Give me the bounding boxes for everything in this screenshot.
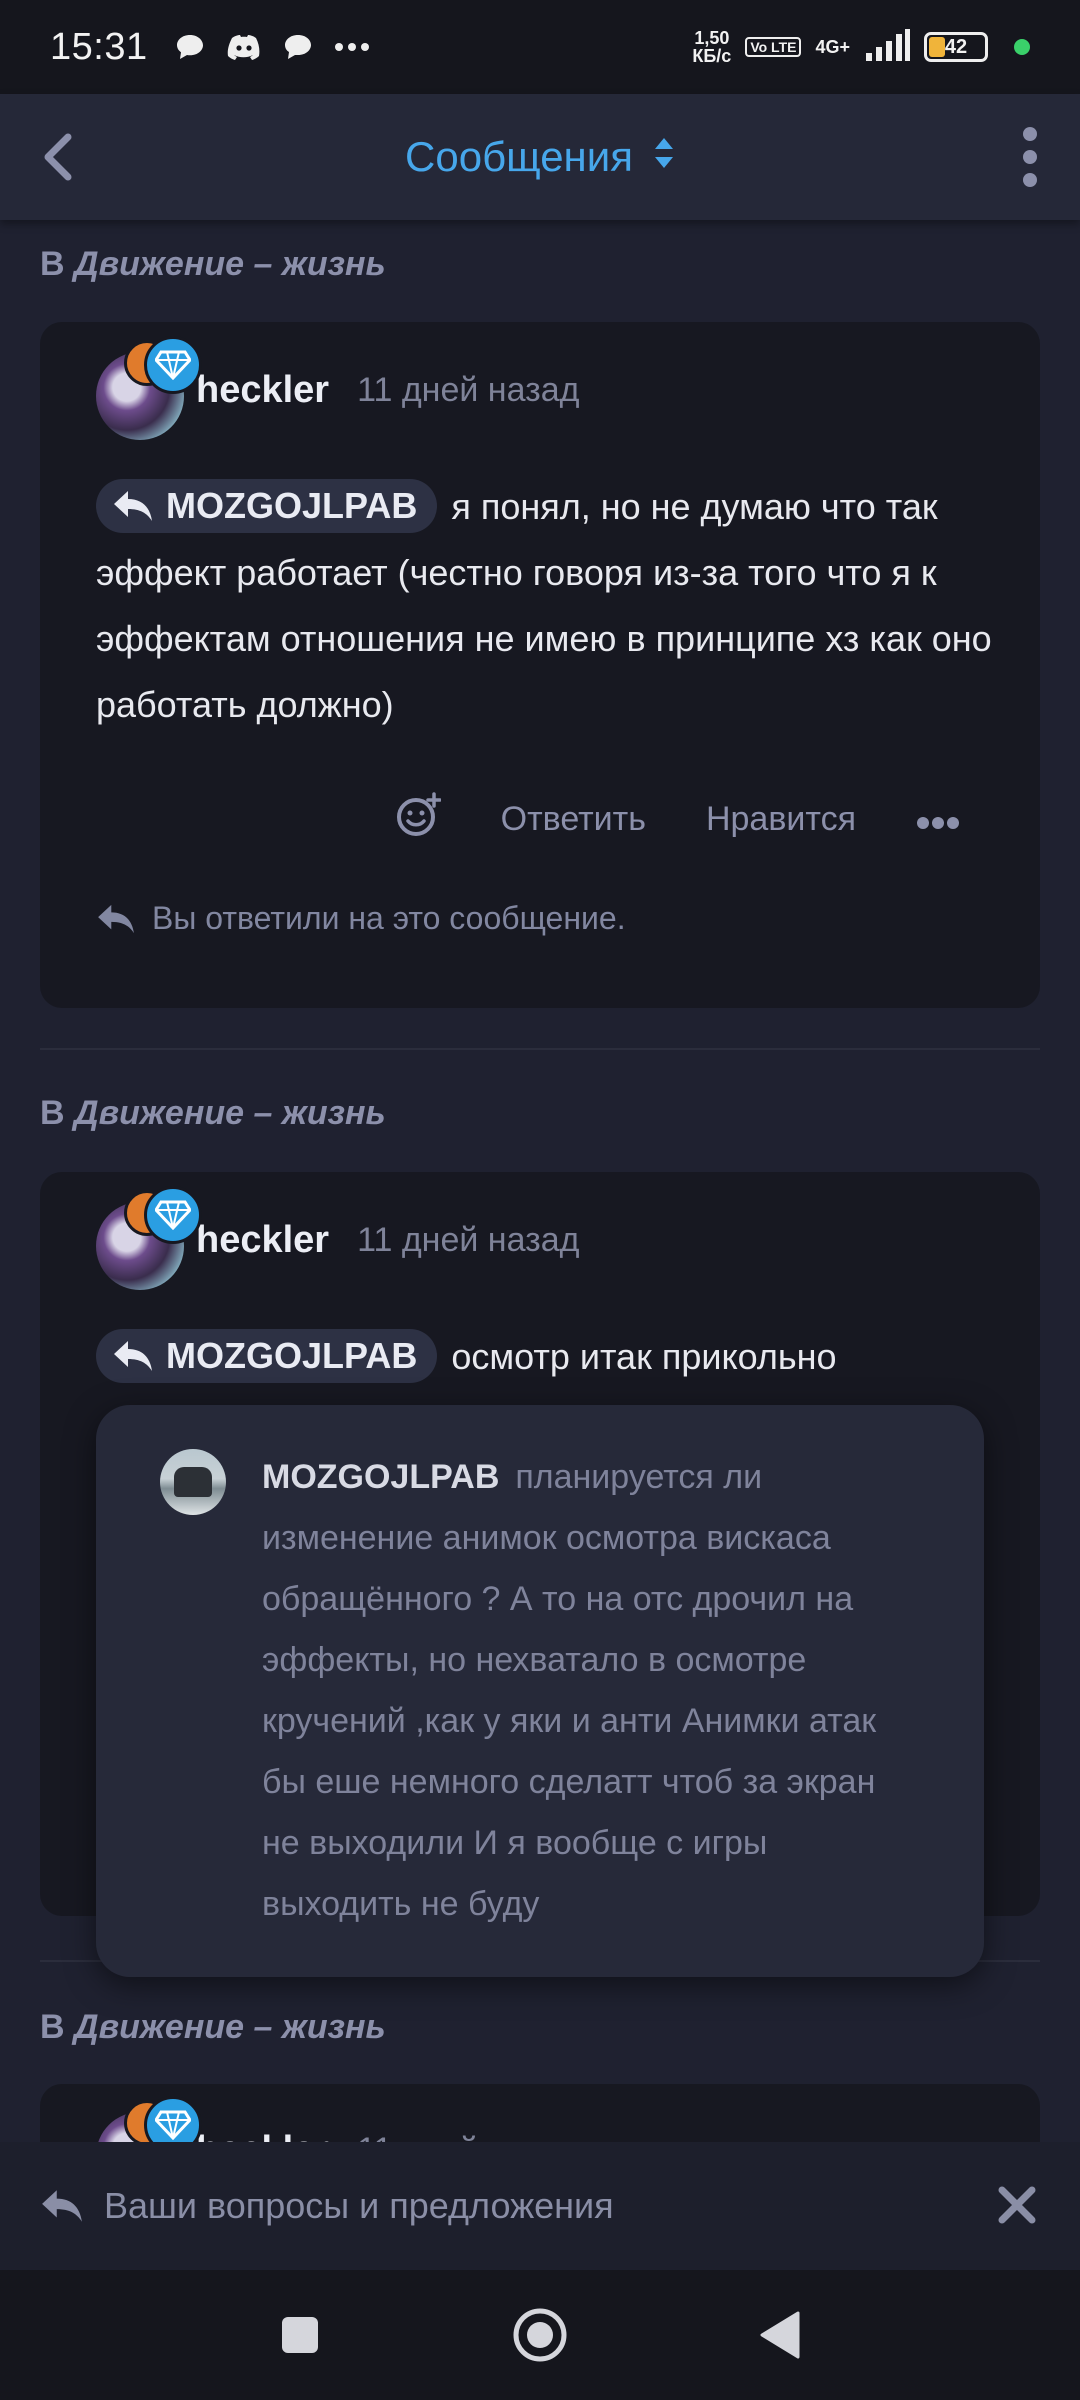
reply-arrow-icon <box>114 1341 152 1372</box>
post-author[interactable]: heckler 11 дней назад <box>96 1186 579 1290</box>
message-body: MOZGOJLPAB я понял, но не думаю что так … <box>96 474 1006 738</box>
post-time[interactable]: 11 дней назад <box>357 1221 579 1260</box>
home-icon[interactable] <box>510 2305 570 2365</box>
reply-to-chip[interactable]: MOZGOJLPAB <box>96 1329 438 1384</box>
recent-apps-icon[interactable] <box>270 2305 330 2365</box>
discord-icon <box>226 32 262 62</box>
composer-placeholder[interactable]: Ваши вопросы и предложения <box>104 2185 614 2227</box>
thread-name[interactable]: Движение – жизнь <box>74 1094 386 1132</box>
status-time: 15:31 <box>50 25 148 68</box>
post-time[interactable]: 11 дней назад <box>357 371 579 410</box>
avatar <box>160 1449 226 1515</box>
avatar[interactable] <box>96 1186 202 1290</box>
quote-preview-text: MOZGOJLPAB планируется ли изменение анимо… <box>262 1447 922 1935</box>
quote-text: планируется ли изменение анимок осмотра … <box>262 1458 877 1923</box>
back-arrow-icon[interactable] <box>30 127 90 187</box>
more-horizontal-icon[interactable] <box>916 800 960 839</box>
quote-preview-popover[interactable]: MOZGOJLPAB планируется ли изменение анимо… <box>96 1405 984 1977</box>
author-name[interactable]: heckler <box>196 369 329 412</box>
privacy-indicator-dot <box>1014 39 1030 55</box>
message-body: MOZGOJLPAB осмотр итак прикольно <box>96 1324 1006 1390</box>
net-speed-value: 1,50 <box>694 28 730 48</box>
network-type: 4G+ <box>815 36 850 57</box>
net-speed-unit: КБ/с <box>692 46 732 66</box>
battery-level: 42 <box>944 35 968 58</box>
thread-label[interactable]: В Движение – жизнь <box>40 245 386 284</box>
message-text: осмотр итак прикольно <box>451 1336 837 1377</box>
message-actions: Ответить Нравится <box>395 792 960 847</box>
battery-icon: 42 <box>924 32 988 62</box>
back-nav-icon[interactable] <box>750 2305 810 2365</box>
reply-arrow-icon <box>98 904 134 933</box>
avatar[interactable] <box>96 336 202 440</box>
replied-note: Вы ответили на это сообщение. <box>96 900 626 937</box>
chat-bubble-icon <box>172 32 208 62</box>
reply-to-name: MOZGOJLPAB <box>166 485 418 527</box>
thread-name[interactable]: Движение – жизнь <box>74 2008 386 2046</box>
add-reaction-icon[interactable] <box>395 792 442 847</box>
reply-arrow-icon <box>114 491 152 522</box>
app-header: Сообщения <box>0 94 1080 220</box>
system-nav-bar <box>0 2270 1080 2400</box>
author-name[interactable]: heckler <box>196 1219 329 1262</box>
status-bar: 15:31 1,50 КБ/с Vo LTE 4G+ 42 <box>0 0 1080 94</box>
message-icon <box>280 32 316 62</box>
replied-note-text: Вы ответили на это сообщение. <box>152 900 626 936</box>
thread-label[interactable]: В Движение – жизнь <box>40 1094 386 1133</box>
volte-badge: Vo LTE <box>745 37 802 57</box>
sort-arrows-icon <box>653 133 675 181</box>
page-title: Сообщения <box>405 133 633 180</box>
more-notifications-icon <box>334 32 370 62</box>
diamond-badge-icon <box>144 336 202 394</box>
thread-label[interactable]: В Движение – жизнь <box>40 2008 386 2047</box>
more-vertical-icon[interactable] <box>1010 122 1050 192</box>
close-icon[interactable] <box>994 2182 1040 2228</box>
page-title-selector[interactable]: Сообщения <box>405 133 675 181</box>
reply-arrow-icon <box>42 2190 82 2222</box>
reply-button[interactable]: Ответить <box>501 800 646 839</box>
reply-composer[interactable]: Ваши вопросы и предложения <box>0 2142 1080 2270</box>
message-card: heckler 11 дней назад MOZGOJLPAB я понял… <box>40 322 1040 1008</box>
reply-to-chip[interactable]: MOZGOJLPAB <box>96 479 438 534</box>
system-indicators: 1,50 КБ/с Vo LTE 4G+ 42 <box>692 28 1030 66</box>
like-button[interactable]: Нравится <box>706 800 856 839</box>
net-speed: 1,50 КБ/с <box>692 29 731 65</box>
notification-icons <box>172 32 370 62</box>
signal-icon <box>864 28 910 66</box>
reply-to-name: MOZGOJLPAB <box>166 1335 418 1377</box>
diamond-badge-icon <box>144 1186 202 1244</box>
post-author[interactable]: heckler 11 дней назад <box>96 336 579 440</box>
quote-author: MOZGOJLPAB <box>262 1458 500 1496</box>
thread-name[interactable]: Движение – жизнь <box>74 245 386 283</box>
divider <box>40 1048 1040 1050</box>
